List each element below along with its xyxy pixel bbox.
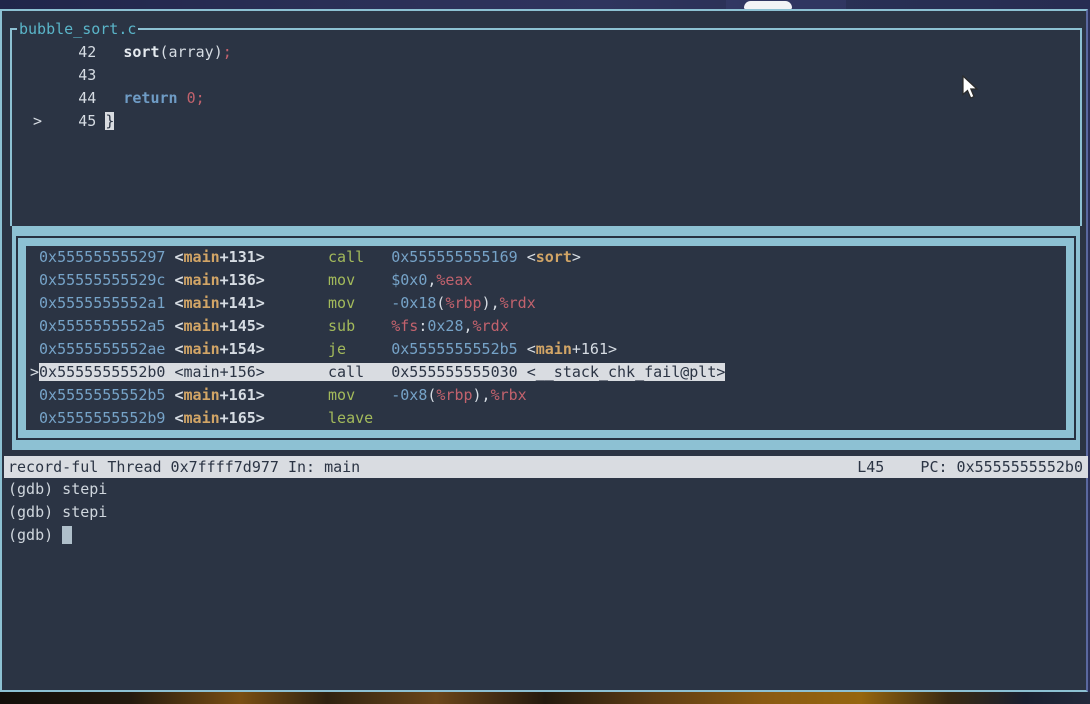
source-line-current: > 45 } (15, 112, 115, 130)
terminal-window: bubble_sort.c 42 sort(array); 43 44 retu… (0, 9, 1088, 692)
asm-row: 0x5555555552b5 <main+161> mov -0x8(%rbp)… (39, 386, 527, 404)
gdb-prompt: (gdb) (8, 526, 63, 544)
assembly-window-inner-frame: 0x555555555297 <main+131> call 0x5555555… (16, 236, 1076, 440)
terminal-cursor[interactable] (62, 526, 73, 544)
assembly-listing: 0x555555555297 <main+131> call 0x5555555… (26, 246, 1066, 430)
source-line: 42 sort(array); (15, 43, 232, 61)
mouse-cursor-icon (962, 75, 979, 99)
status-line-pc-info: L45 PC: 0x5555555552b0 (857, 458, 1083, 476)
console-history-line: (gdb) stepi (8, 480, 108, 498)
asm-row: 0x5555555552ae <main+154> je 0x555555555… (39, 340, 618, 358)
source-code: 42 sort(array); 43 44 return 0; > 45 } (12, 30, 1080, 133)
console-history-line: (gdb) stepi (8, 503, 108, 521)
status-thread-info: record-ful Thread 0x7ffff7d977 In: main (8, 458, 361, 476)
assembly-window: 0x555555555297 <main+131> call 0x5555555… (12, 226, 1080, 450)
asm-row: 0x55555555529c <main+136> mov $0x0,%eax (39, 271, 473, 289)
gdb-console[interactable]: (gdb) stepi (gdb) stepi (gdb) (4, 478, 1088, 547)
asm-row-current-pc: >0x5555555552b0 <main+156> call 0x555555… (30, 363, 726, 381)
source-line: 44 return 0; (15, 89, 205, 107)
console-prompt-line[interactable]: (gdb) (4, 524, 1088, 547)
asm-row: 0x5555555552b9 <main+165> leave (39, 409, 392, 427)
source-window-title: bubble_sort.c (17, 20, 139, 39)
status-bar: record-ful Thread 0x7ffff7d977 In: main … (4, 456, 1088, 478)
desktop-top-strip (0, 0, 1090, 9)
asm-row: 0x555555555297 <main+131> call 0x5555555… (39, 248, 581, 266)
desktop-wallpaper-logo (744, 1, 792, 9)
desktop-bottom-strip (0, 692, 1090, 704)
asm-row: 0x5555555552a1 <main+141> mov -0x18(%rbp… (39, 294, 536, 312)
source-line: 43 (15, 66, 106, 84)
asm-row: 0x5555555552a5 <main+145> sub %fs:0x28,%… (39, 317, 509, 335)
source-window: bubble_sort.c 42 sort(array); 43 44 retu… (10, 20, 1082, 226)
